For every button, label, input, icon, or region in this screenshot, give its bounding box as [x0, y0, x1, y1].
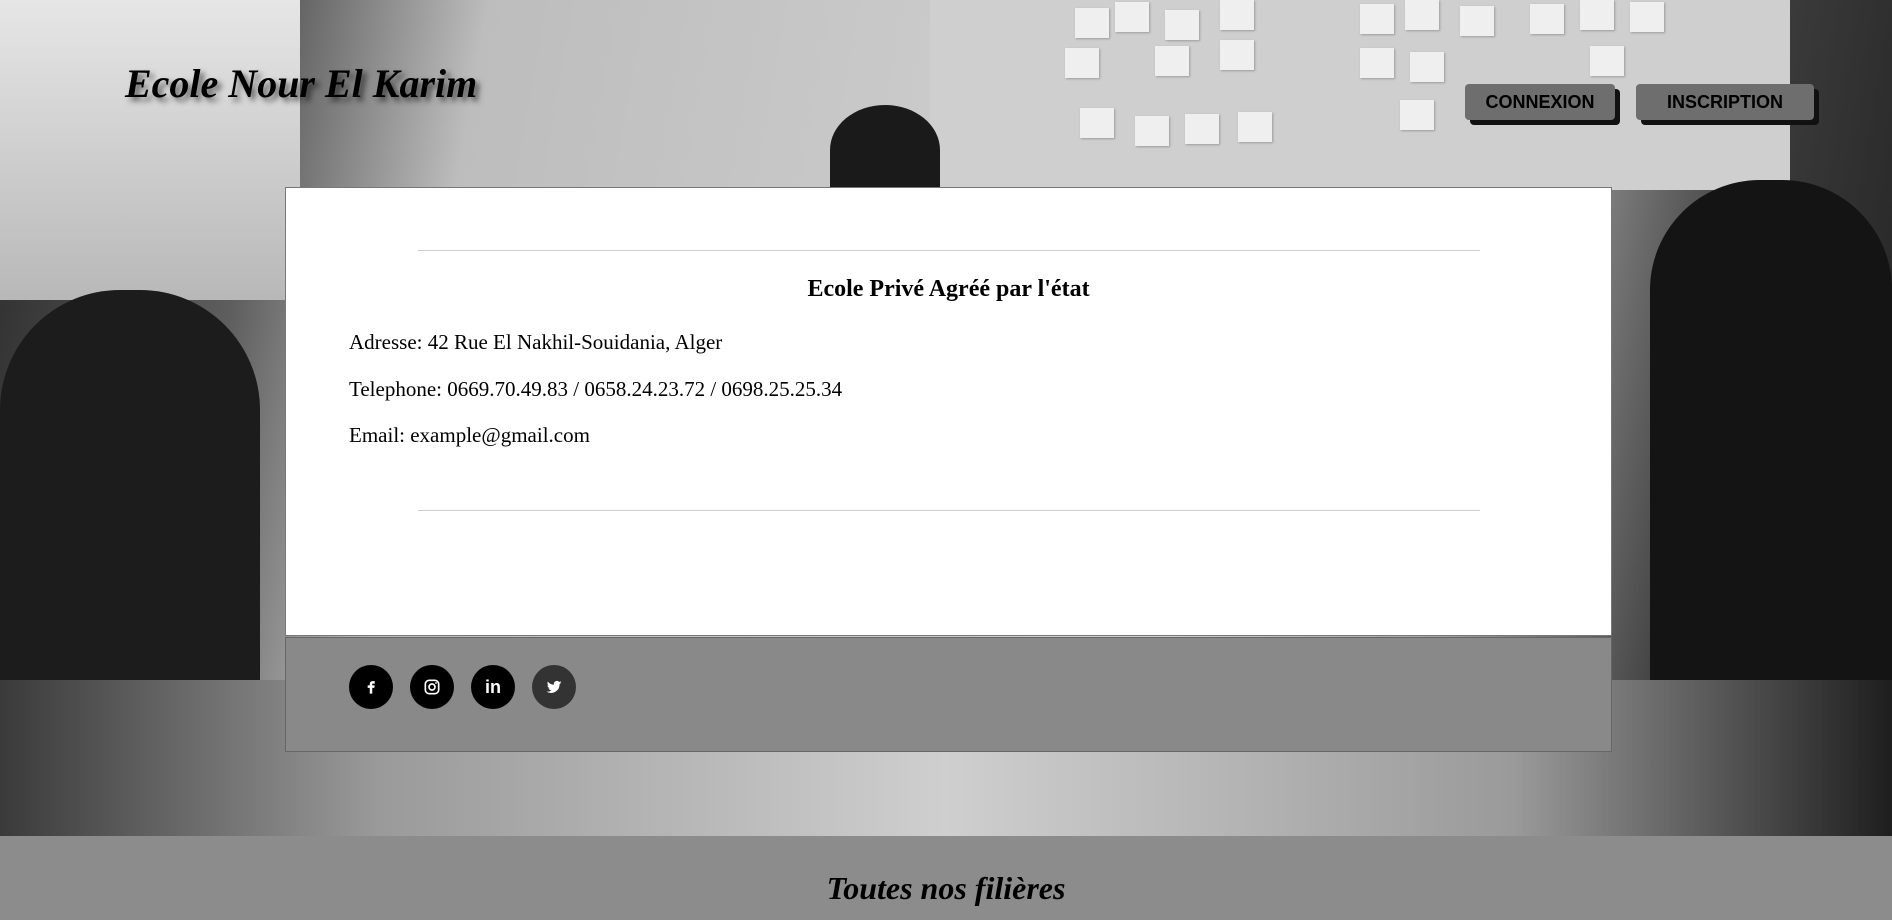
- sticky-note: [1580, 0, 1614, 30]
- sticky-note: [1530, 4, 1564, 34]
- instagram-link[interactable]: [410, 665, 454, 709]
- sticky-note: [1460, 6, 1494, 36]
- email-text: Email: example@gmail.com: [349, 423, 590, 447]
- background-person: [830, 105, 940, 195]
- linkedin-link[interactable]: in: [471, 665, 515, 709]
- sticky-note: [1405, 0, 1439, 30]
- section-title: Toutes nos filières: [826, 870, 1066, 906]
- background-window: [0, 0, 300, 300]
- sticky-note: [1135, 116, 1169, 146]
- site-logo-title[interactable]: Ecole Nour El Karim: [125, 60, 477, 107]
- sticky-note: [1238, 112, 1272, 142]
- social-footer-bar: in: [285, 637, 1612, 752]
- contact-card: Ecole Privé Agréé par l'état Adresse: 42…: [285, 187, 1612, 636]
- twitter-icon: [546, 680, 562, 693]
- sticky-note: [1075, 8, 1109, 38]
- phone-text: Telephone: 0669.70.49.83 / 0658.24.23.72…: [349, 377, 843, 401]
- programs-section: Toutes nos filières: [0, 836, 1892, 920]
- facebook-icon: [367, 681, 375, 694]
- sticky-note: [1220, 0, 1254, 30]
- sticky-note: [1155, 46, 1189, 76]
- inscription-button[interactable]: INSCRIPTION: [1636, 84, 1814, 120]
- sticky-note: [1400, 100, 1434, 130]
- address-text: Adresse: 42 Rue El Nakhil-Souidania, Alg…: [349, 330, 723, 354]
- divider: [418, 250, 1480, 251]
- sticky-note: [1185, 114, 1219, 144]
- connexion-button[interactable]: CONNEXION: [1465, 84, 1615, 120]
- linkedin-icon: in: [485, 676, 501, 697]
- sticky-note: [1360, 4, 1394, 34]
- card-title: Ecole Privé Agréé par l'état: [807, 276, 1090, 302]
- facebook-link[interactable]: [349, 665, 393, 709]
- sticky-note: [1630, 2, 1664, 32]
- sticky-note: [1410, 52, 1444, 82]
- sticky-note: [1590, 46, 1624, 76]
- sticky-note: [1065, 48, 1099, 78]
- twitter-link[interactable]: [532, 665, 576, 709]
- sticky-note: [1360, 48, 1394, 78]
- sticky-note: [1165, 10, 1199, 40]
- instagram-icon: [424, 679, 440, 695]
- sticky-note: [1220, 40, 1254, 70]
- sticky-note: [1080, 108, 1114, 138]
- sticky-note: [1115, 2, 1149, 32]
- divider: [418, 510, 1480, 511]
